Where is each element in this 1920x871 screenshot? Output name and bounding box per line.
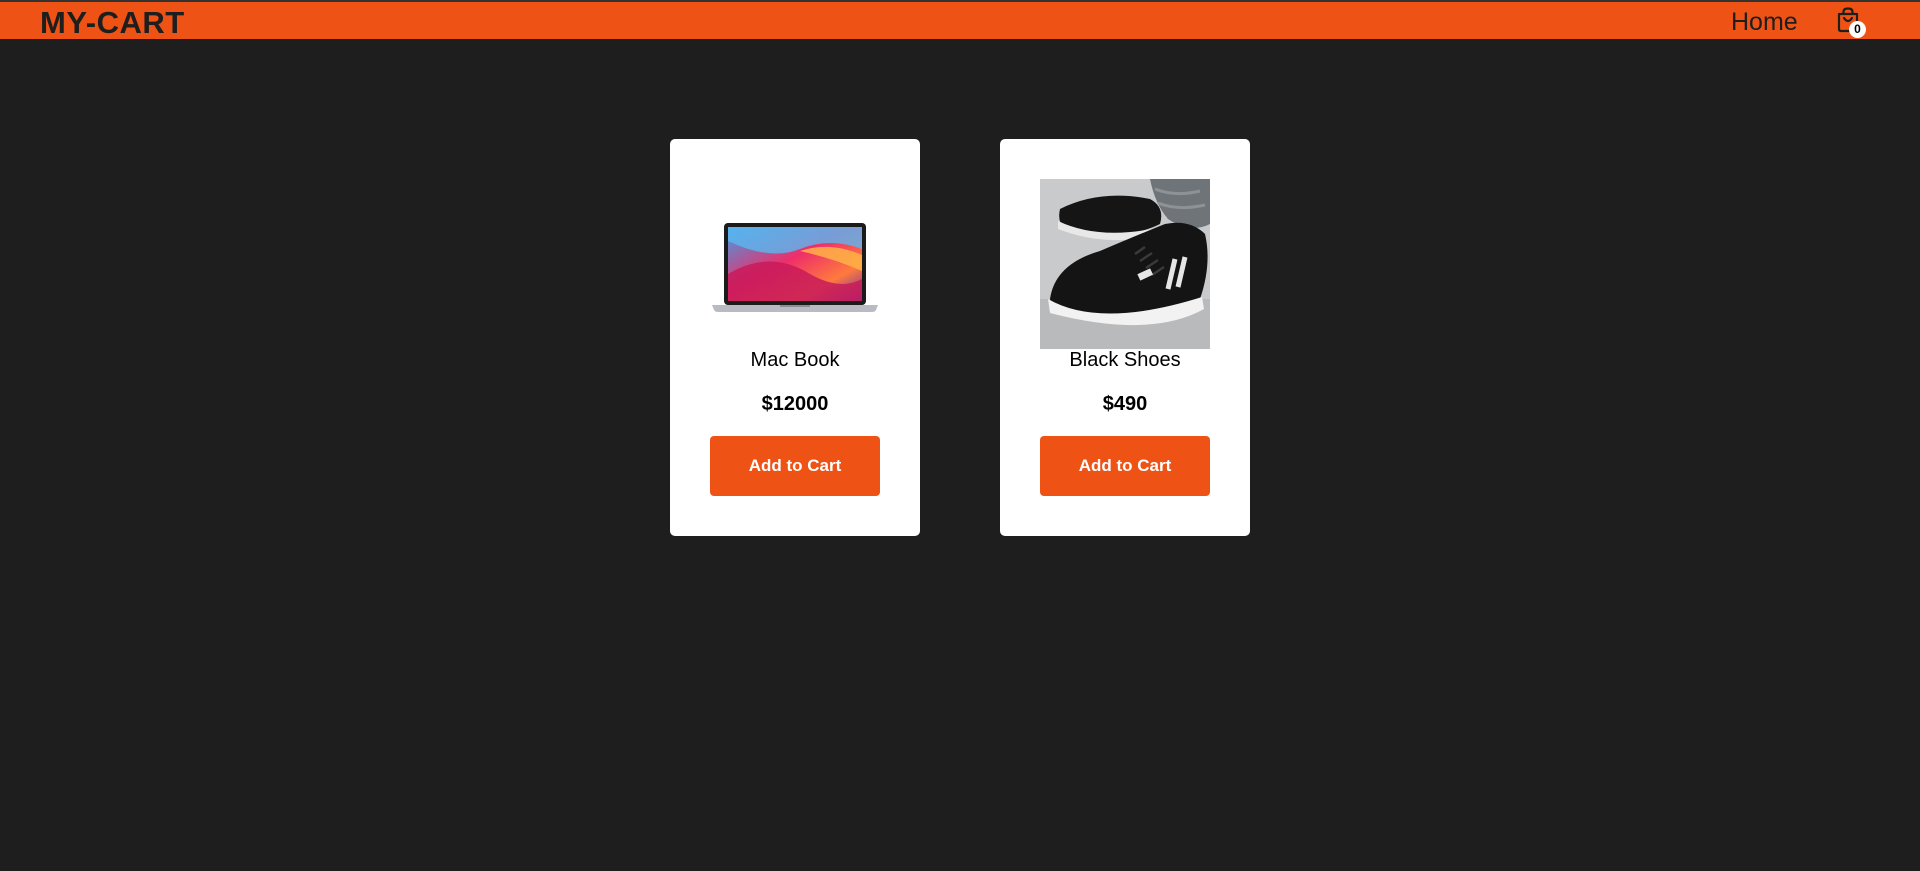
cart-count-badge: 0 bbox=[1849, 21, 1866, 38]
add-to-cart-button[interactable]: Add to Cart bbox=[710, 436, 880, 496]
nav-home-link[interactable]: Home bbox=[1731, 8, 1798, 37]
navbar: MY-CART Home 0 bbox=[0, 0, 1920, 41]
add-to-cart-button[interactable]: Add to Cart bbox=[1040, 436, 1210, 496]
product-card: Black Shoes $490 Add to Cart bbox=[1000, 139, 1250, 536]
shoes-image bbox=[1040, 179, 1210, 349]
product-card: Mac Book $12000 Add to Cart bbox=[670, 139, 920, 536]
product-name: Mac Book bbox=[750, 349, 840, 371]
brand-logo[interactable]: MY-CART bbox=[40, 5, 185, 41]
product-price: $12000 bbox=[761, 393, 829, 415]
cart-button[interactable]: 0 bbox=[1835, 7, 1866, 38]
laptop-image bbox=[710, 179, 880, 349]
product-price: $490 bbox=[1102, 393, 1148, 415]
product-name: Black Shoes bbox=[1069, 349, 1181, 371]
